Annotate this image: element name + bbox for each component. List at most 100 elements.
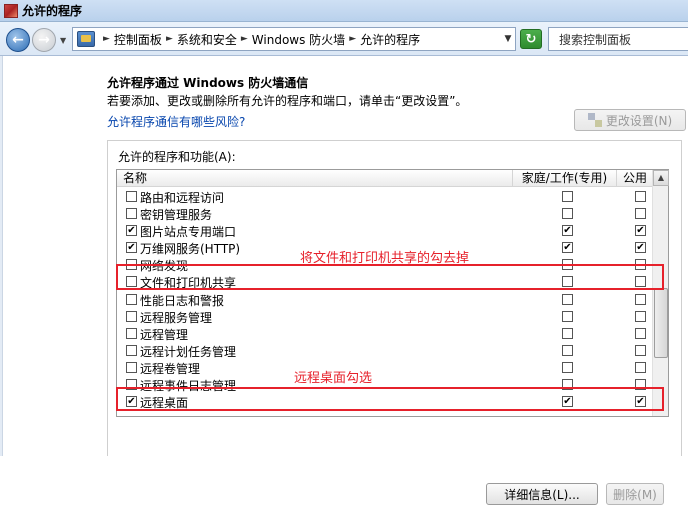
breadcrumb-separator-icon[interactable]: ► xyxy=(166,34,173,44)
allowed-programs-group: 允许的程序和功能(A): 名称 家庭/工作(专用) 公用 路由和远程访问 密钥管理… xyxy=(107,140,682,456)
list-item[interactable]: 远程事件日志管理 xyxy=(117,376,653,393)
program-enable-checkbox[interactable] xyxy=(126,259,137,271)
list-item[interactable]: 远程管理 xyxy=(117,325,653,342)
search-input[interactable]: 搜索控制面板 xyxy=(548,27,688,51)
home-work-checkbox[interactable] xyxy=(562,327,573,339)
program-enable-checkbox[interactable]: ✔ xyxy=(126,396,137,408)
column-header-public[interactable]: 公用 xyxy=(617,170,653,187)
list-header: 名称 家庭/工作(专用) 公用 xyxy=(117,170,653,187)
program-name: 性能日志和警报 xyxy=(140,293,225,308)
change-settings-label: 更改设置(N) xyxy=(605,113,673,128)
program-name: 远程桌面 xyxy=(140,396,189,411)
change-settings-button[interactable]: 更改设置(N) xyxy=(574,109,686,131)
home-work-checkbox[interactable] xyxy=(562,208,573,220)
list-scrollbar[interactable]: ▲ xyxy=(652,170,669,416)
back-button[interactable]: ← xyxy=(6,28,30,52)
public-checkbox[interactable] xyxy=(635,361,646,373)
public-checkbox[interactable] xyxy=(635,379,646,391)
column-header-home-work[interactable]: 家庭/工作(专用) xyxy=(513,170,617,187)
program-enable-checkbox[interactable] xyxy=(126,191,137,202)
program-enable-checkbox[interactable] xyxy=(126,361,137,373)
breadcrumb-separator-icon[interactable]: ► xyxy=(241,34,248,44)
program-enable-checkbox[interactable] xyxy=(126,208,137,220)
program-enable-checkbox[interactable]: ✔ xyxy=(126,242,137,254)
home-work-checkbox[interactable] xyxy=(562,293,573,305)
program-name: 万维网服务(HTTP) xyxy=(140,242,241,257)
home-work-checkbox[interactable] xyxy=(562,191,573,202)
public-checkbox[interactable] xyxy=(635,208,646,220)
breadcrumb-allowed-programs[interactable]: 允许的程序 xyxy=(360,31,420,48)
breadcrumb-windows-firewall[interactable]: Windows 防火墙 xyxy=(252,31,345,48)
breadcrumb-separator-icon[interactable]: ► xyxy=(103,34,110,44)
program-name: 远程管理 xyxy=(140,327,189,342)
file-sharing-annotation: 将文件和打印机共享的勾去掉 xyxy=(300,251,470,266)
public-checkbox[interactable] xyxy=(635,293,646,305)
home-work-checkbox[interactable] xyxy=(562,259,573,271)
refresh-button[interactable]: ↻ xyxy=(520,29,542,49)
details-button[interactable]: 详细信息(L)... xyxy=(486,483,598,505)
list-rows: 路由和远程访问 密钥管理服务 ✔ 图片站点专用端口 ✔ ✔ ✔ 万维网服务(HTTP) ✔ ✔ 网络… xyxy=(117,188,653,410)
program-enable-checkbox[interactable] xyxy=(126,276,137,288)
history-dropdown-icon[interactable]: ▼ xyxy=(60,36,66,45)
public-checkbox[interactable] xyxy=(635,327,646,339)
list-item[interactable]: 路由和远程访问 xyxy=(117,188,653,205)
home-work-checkbox[interactable]: ✔ xyxy=(562,242,573,254)
public-checkbox[interactable] xyxy=(635,276,646,288)
program-name: 文件和打印机共享 xyxy=(140,276,237,291)
page-description: 若要添加、更改或删除所有允许的程序和端口，请单击“更改设置”。 xyxy=(107,94,468,108)
title-bar: 允许的程序 xyxy=(0,0,688,22)
public-checkbox[interactable]: ✔ xyxy=(635,242,646,254)
firewall-app-icon xyxy=(4,3,18,18)
delete-button[interactable]: 删除(M) xyxy=(606,483,664,505)
program-enable-checkbox[interactable] xyxy=(126,344,137,356)
list-item[interactable]: 远程卷管理 xyxy=(117,359,653,376)
program-name: 路由和远程访问 xyxy=(140,191,225,205)
list-item[interactable]: 远程计划任务管理 xyxy=(117,342,653,359)
public-checkbox[interactable] xyxy=(635,191,646,202)
program-enable-checkbox[interactable]: ✔ xyxy=(126,225,137,237)
public-checkbox[interactable]: ✔ xyxy=(635,225,646,237)
list-item[interactable]: 文件和打印机共享 xyxy=(117,273,653,290)
program-enable-checkbox[interactable] xyxy=(126,310,137,322)
program-name: 远程卷管理 xyxy=(140,361,201,376)
program-name: 远程服务管理 xyxy=(140,310,213,325)
column-header-name[interactable]: 名称 xyxy=(117,170,513,187)
breadcrumb-separator-icon[interactable]: ► xyxy=(349,34,356,44)
home-work-checkbox[interactable] xyxy=(562,344,573,356)
programs-list[interactable]: 名称 家庭/工作(专用) 公用 路由和远程访问 密钥管理服务 ✔ 图片站点专用端口 ✔ ✔… xyxy=(116,169,669,417)
program-enable-checkbox[interactable] xyxy=(126,327,137,339)
control-panel-icon xyxy=(77,31,95,47)
public-checkbox[interactable] xyxy=(635,259,646,271)
home-work-checkbox[interactable] xyxy=(562,379,573,391)
breadcrumb-control-panel[interactable]: 控制面板 xyxy=(114,31,162,48)
search-placeholder: 搜索控制面板 xyxy=(559,32,632,47)
list-item[interactable]: ✔ 远程桌面 ✔ ✔ xyxy=(117,393,653,410)
public-checkbox[interactable]: ✔ xyxy=(635,396,646,408)
program-enable-checkbox[interactable] xyxy=(126,379,137,391)
program-name: 远程事件日志管理 xyxy=(140,379,237,394)
breadcrumb-system-security[interactable]: 系统和安全 xyxy=(177,31,237,48)
program-name: 远程计划任务管理 xyxy=(140,344,237,359)
window-title: 允许的程序 xyxy=(22,4,83,18)
list-item[interactable]: ✔ 图片站点专用端口 ✔ ✔ xyxy=(117,222,653,239)
left-pane-edge xyxy=(0,56,3,456)
public-checkbox[interactable] xyxy=(635,344,646,356)
address-dropdown-icon[interactable]: ▼ xyxy=(501,34,515,44)
scrollbar-thumb[interactable] xyxy=(654,288,668,358)
address-bar[interactable]: ► 控制面板 ► 系统和安全 ► Windows 防火墙 ► 允许的程序 ▼ xyxy=(72,27,516,51)
risk-help-link[interactable]: 允许程序通信有哪些风险? xyxy=(107,113,245,130)
remote-desktop-annotation: 远程桌面勾选 xyxy=(294,371,373,386)
home-work-checkbox[interactable] xyxy=(562,276,573,288)
home-work-checkbox[interactable]: ✔ xyxy=(562,396,573,408)
program-enable-checkbox[interactable] xyxy=(126,293,137,305)
list-item[interactable]: 远程服务管理 xyxy=(117,308,653,325)
home-work-checkbox[interactable] xyxy=(562,310,573,322)
public-checkbox[interactable] xyxy=(635,310,646,322)
scroll-up-icon[interactable]: ▲ xyxy=(653,170,669,186)
list-item[interactable]: 密钥管理服务 xyxy=(117,205,653,222)
address-toolbar: ← → ▼ ► 控制面板 ► 系统和安全 ► Windows 防火墙 ► 允许的… xyxy=(0,22,688,56)
forward-button[interactable]: → xyxy=(32,28,56,52)
home-work-checkbox[interactable] xyxy=(562,361,573,373)
list-item[interactable]: 性能日志和警报 xyxy=(117,291,653,308)
home-work-checkbox[interactable]: ✔ xyxy=(562,225,573,237)
